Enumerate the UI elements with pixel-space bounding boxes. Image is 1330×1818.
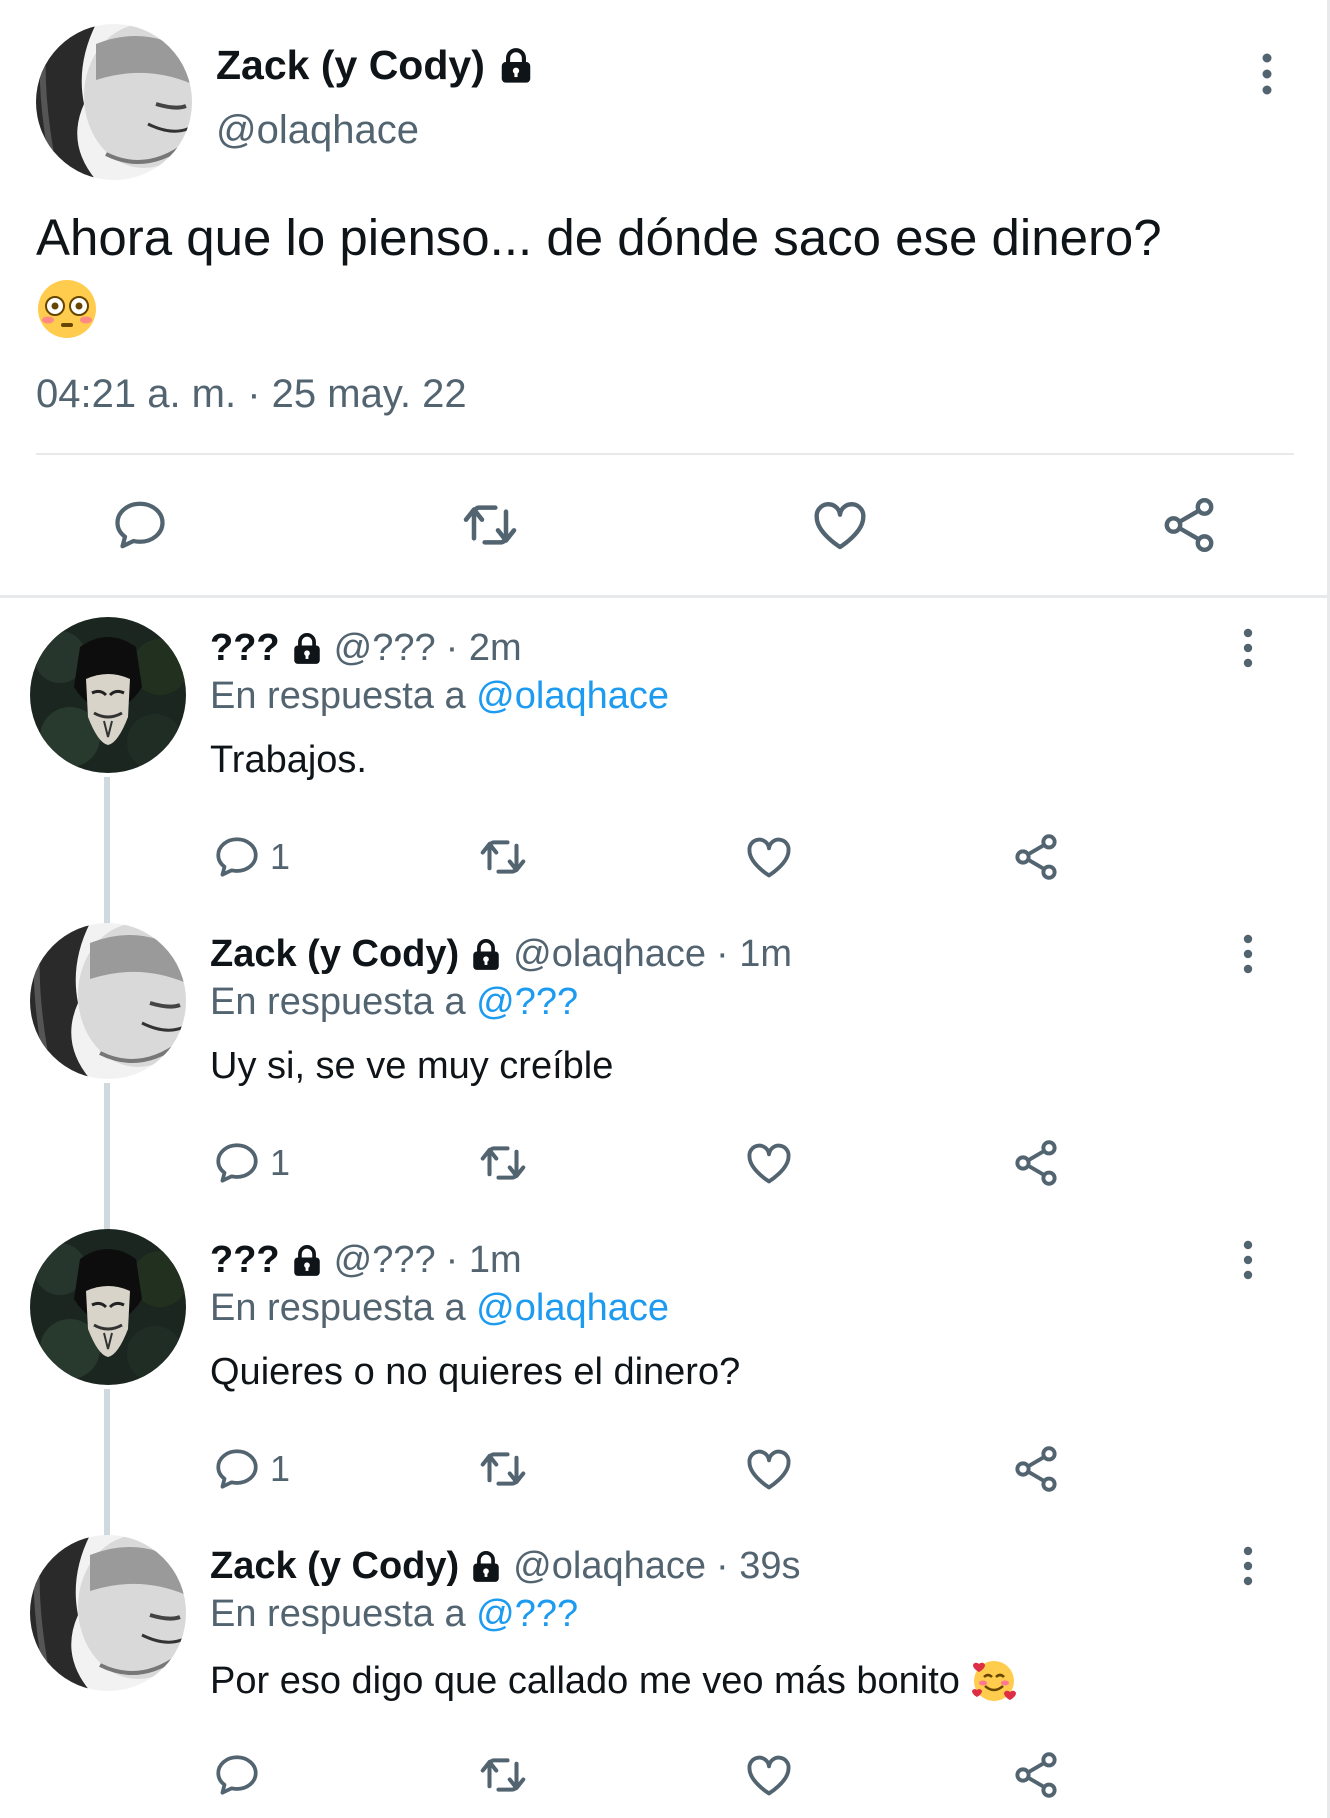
reply-button[interactable]: 1 (212, 1439, 290, 1499)
display-name[interactable]: ??? (210, 627, 280, 670)
tweet-text: Quieres o no quieres el dinero? (210, 1351, 740, 1394)
share-icon[interactable] (1154, 490, 1224, 560)
reply-context: En respuesta a @??? (210, 981, 578, 1024)
retweet-icon[interactable] (476, 1745, 530, 1805)
more-options-icon[interactable] (1237, 1239, 1259, 1281)
reply-icon (212, 1750, 262, 1800)
tweet-text: Trabajos. (210, 739, 367, 782)
tweet-text-content: Quieres o no quieres el dinero? (210, 1351, 741, 1393)
like-icon[interactable] (743, 1439, 795, 1499)
mention-link[interactable]: @??? (476, 981, 578, 1023)
smiling-face-with-hearts-icon (970, 1657, 1018, 1705)
tweet-text-content: Por eso digo que callado me veo más boni… (210, 1659, 960, 1702)
lock-icon (290, 632, 324, 666)
reply-icon (212, 832, 262, 882)
reply-icon (212, 1444, 262, 1494)
lock-icon (469, 1550, 503, 1584)
reply-tweet: ??? @??? · 1m En respuesta a @olaqhace Q… (0, 1229, 1327, 1539)
lock-icon (290, 1244, 324, 1278)
tweet-age[interactable]: · 2m (446, 627, 522, 670)
tweet-text: Uy si, se ve muy creíble (210, 1045, 613, 1088)
action-bar: 1 (0, 1133, 1327, 1193)
display-name[interactable]: ??? (210, 1239, 280, 1282)
handle[interactable]: @??? (334, 1239, 436, 1282)
like-icon[interactable] (743, 1133, 795, 1193)
reply-tweet: ??? @??? · 2m En respuesta a @olaqhace T… (0, 617, 1327, 927)
reply-button[interactable]: 1 (212, 1133, 290, 1193)
reply-button[interactable]: 1 (212, 827, 290, 887)
reply-prefix: En respuesta a (210, 1593, 466, 1635)
lock-icon (497, 47, 535, 85)
tweet-age[interactable]: · 39s (716, 1545, 800, 1588)
reply-tweet: Zack (y Cody) @olaqhace · 1m En respuest… (0, 923, 1327, 1233)
avatar[interactable] (30, 923, 186, 1079)
flushed-face-icon (36, 278, 1276, 340)
avatar[interactable] (30, 1535, 186, 1691)
reply-header: ??? @??? · 1m (210, 1239, 522, 1282)
retweet-icon[interactable] (476, 1439, 530, 1499)
handle[interactable]: @??? (334, 627, 436, 670)
lock-icon (469, 938, 503, 972)
retweet-icon[interactable] (455, 490, 525, 560)
action-bar: 1 (0, 827, 1327, 887)
tweet-text-content: Uy si, se ve muy creíble (210, 1045, 614, 1087)
retweet-icon[interactable] (476, 1133, 530, 1193)
display-name[interactable]: Zack (y Cody) (216, 42, 535, 89)
like-icon[interactable] (805, 490, 875, 560)
display-name-text[interactable]: Zack (y Cody) (216, 42, 485, 89)
more-options-icon[interactable] (1237, 1545, 1259, 1587)
reply-header: ??? @??? · 2m (210, 627, 522, 670)
avatar[interactable] (30, 617, 186, 773)
reply-context: En respuesta a @olaqhace (210, 675, 669, 718)
reply-icon (212, 1138, 262, 1188)
more-options-icon[interactable] (1237, 933, 1259, 975)
reply-count: 1 (270, 836, 291, 877)
tweet-text-content: Ahora que lo pienso... de dónde saco ese… (36, 209, 1162, 266)
tweet-text-content: Trabajos. (210, 739, 367, 781)
tweet-age[interactable]: · 1m (716, 933, 792, 976)
reply-icon[interactable] (105, 490, 175, 560)
reply-tweet: Zack (y Cody) @olaqhace · 39s En respues… (0, 1535, 1327, 1818)
tweet-text: Ahora que lo pienso... de dónde saco ese… (36, 206, 1276, 340)
reply-count: 1 (270, 1448, 291, 1489)
reply-button[interactable] (212, 1745, 270, 1805)
more-options-icon[interactable] (1237, 627, 1259, 669)
action-bar (0, 1745, 1327, 1805)
display-name[interactable]: Zack (y Cody) (210, 933, 459, 976)
like-icon[interactable] (743, 1745, 795, 1805)
reply-prefix: En respuesta a (210, 675, 466, 717)
handle[interactable]: @olaqhace (513, 933, 706, 976)
handle[interactable]: @olaqhace (216, 108, 419, 153)
reply-prefix: En respuesta a (210, 981, 466, 1023)
action-bar: 1 (0, 1439, 1327, 1499)
avatar[interactable] (36, 24, 192, 180)
share-icon[interactable] (1010, 1439, 1062, 1499)
main-tweet: Zack (y Cody) @olaqhace Ahora que lo pie… (0, 0, 1327, 598)
reply-prefix: En respuesta a (210, 1287, 466, 1329)
reply-header: Zack (y Cody) @olaqhace · 39s (210, 1545, 800, 1588)
avatar[interactable] (30, 1229, 186, 1385)
tweet-text: Por eso digo que callado me veo más boni… (210, 1657, 1018, 1705)
tweet-age[interactable]: · 1m (446, 1239, 522, 1282)
mention-link[interactable]: @olaqhace (476, 1287, 669, 1329)
reply-header: Zack (y Cody) @olaqhace · 1m (210, 933, 792, 976)
timestamp[interactable]: 04:21 a. m. · 25 may. 22 (36, 372, 467, 417)
reply-count: 1 (270, 1142, 291, 1183)
display-name[interactable]: Zack (y Cody) (210, 1545, 459, 1588)
share-icon[interactable] (1010, 1745, 1062, 1805)
reply-context: En respuesta a @olaqhace (210, 1287, 669, 1330)
action-bar (0, 490, 1327, 560)
share-icon[interactable] (1010, 827, 1062, 887)
share-icon[interactable] (1010, 1133, 1062, 1193)
reply-context: En respuesta a @??? (210, 1593, 578, 1636)
divider (36, 453, 1294, 455)
retweet-icon[interactable] (476, 827, 530, 887)
like-icon[interactable] (743, 827, 795, 887)
mention-link[interactable]: @??? (476, 1593, 578, 1635)
mention-link[interactable]: @olaqhace (476, 675, 669, 717)
more-options-icon[interactable] (1255, 52, 1279, 96)
handle[interactable]: @olaqhace (513, 1545, 706, 1588)
